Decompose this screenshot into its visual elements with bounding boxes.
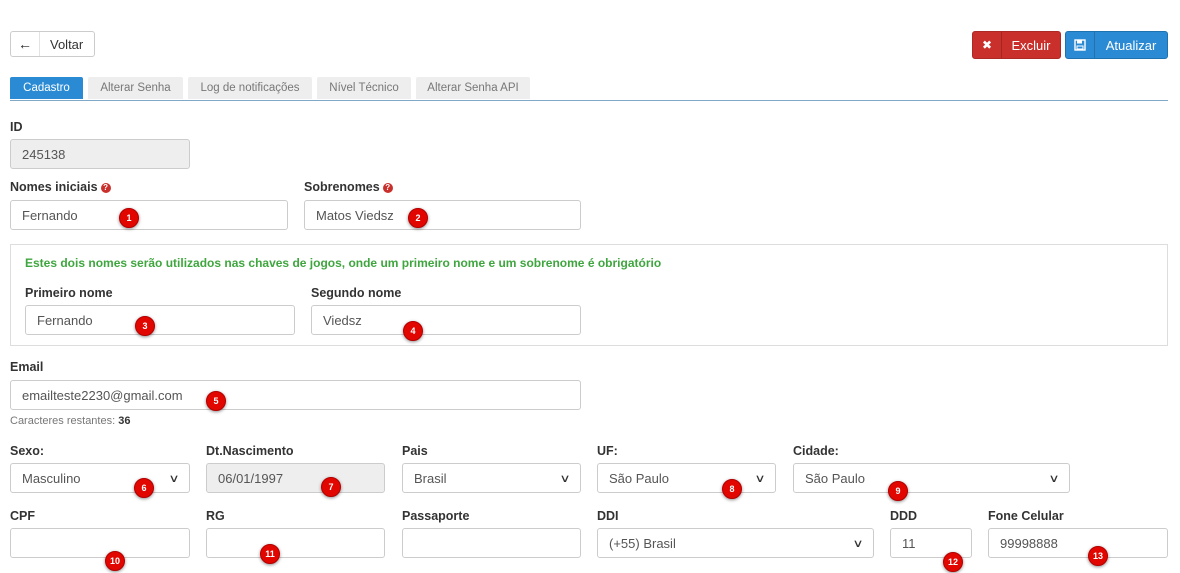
update-button-label: Atualizar (1105, 37, 1157, 53)
chars-remaining: Caracteres restantes: 36 (10, 415, 130, 427)
chevron-down-icon: ∨ (754, 472, 766, 485)
annotation-marker-8: 8 (722, 479, 742, 499)
cpf-input[interactable] (10, 528, 190, 558)
rg-input[interactable] (206, 528, 385, 558)
sobrenomes-label-text: Sobrenomes (304, 180, 380, 194)
email-input[interactable]: emailteste2230@gmail.com (10, 380, 581, 410)
chevron-down-icon: ∨ (559, 472, 571, 485)
sexo-select-value: Masculino (22, 470, 81, 486)
nomes-iniciais-input[interactable]: Fernando (10, 200, 288, 230)
passaporte-input[interactable] (402, 528, 581, 558)
arrow-left-icon: ← (11, 32, 40, 56)
pais-select[interactable]: Brasil ∨ (402, 463, 581, 493)
nomes-iniciais-label: Nomes iniciais? (10, 180, 111, 194)
cidade-select[interactable]: São Paulo ∨ (793, 463, 1070, 493)
annotation-marker-12: 12 (943, 552, 963, 572)
segundo-nome-input[interactable]: Viedsz (311, 305, 581, 335)
ddi-select-value: (+55) Brasil (609, 535, 676, 551)
close-icon: ✖ (973, 32, 1002, 58)
annotation-marker-11: 11 (260, 544, 280, 564)
names-info-message: Estes dois nomes serão utilizados nas ch… (25, 256, 662, 270)
ddd-input[interactable]: 11 (890, 528, 972, 558)
segundo-nome-label: Segundo nome (311, 286, 402, 300)
rg-label: RG (206, 509, 225, 523)
email-label: Email (10, 360, 44, 374)
ddi-select[interactable]: (+55) Brasil ∨ (597, 528, 874, 558)
annotation-marker-4: 4 (403, 321, 423, 341)
tab-alterar-senha-api[interactable]: Alterar Senha API (416, 77, 530, 99)
back-button-label: Voltar (50, 36, 84, 52)
annotation-marker-9: 9 (888, 481, 908, 501)
annotation-marker-6: 6 (134, 478, 154, 498)
passaporte-label: Passaporte (402, 509, 470, 523)
chevron-down-icon: ∨ (1048, 472, 1060, 485)
ddd-label: DDD (890, 509, 918, 523)
pais-select-value: Brasil (414, 470, 447, 486)
id-label: ID (10, 120, 23, 134)
id-field: 245138 (10, 139, 190, 169)
delete-button-label: Excluir (1011, 37, 1051, 53)
tab-bar: Cadastro Alterar Senha Log de notificaçõ… (10, 77, 1168, 101)
question-circle-icon[interactable]: ? (100, 183, 111, 193)
tab-alterar-senha[interactable]: Alterar Senha (88, 77, 183, 99)
tab-nivel-tecnico[interactable]: Nível Técnico (317, 77, 411, 99)
sexo-label: Sexo: (10, 444, 45, 458)
cidade-label: Cidade: (793, 444, 839, 458)
primeiro-nome-input[interactable]: Fernando (25, 305, 295, 335)
nascimento-label: Dt.Nascimento (206, 444, 294, 458)
chevron-down-icon: ∨ (852, 537, 864, 550)
annotation-marker-7: 7 (321, 477, 341, 497)
fone-celular-label: Fone Celular (988, 509, 1064, 523)
annotation-marker-1: 1 (119, 208, 139, 228)
tab-log-notificacoes[interactable]: Log de notificações (188, 77, 312, 99)
annotation-marker-5: 5 (206, 391, 226, 411)
pais-label: Pais (402, 444, 428, 458)
delete-button[interactable]: ✖ Excluir (972, 31, 1061, 59)
cidade-select-value: São Paulo (805, 470, 865, 486)
chevron-down-icon: ∨ (168, 472, 180, 485)
fone-celular-input[interactable]: 99998888 (988, 528, 1168, 558)
cpf-label: CPF (10, 509, 35, 523)
back-button[interactable]: ← Voltar (10, 31, 95, 57)
nascimento-field: 06/01/1997 (206, 463, 385, 493)
annotation-marker-2: 2 (408, 208, 428, 228)
sobrenomes-input[interactable]: Matos Viedsz (304, 200, 581, 230)
sobrenomes-label: Sobrenomes? (304, 180, 393, 194)
update-button[interactable]: Atualizar (1065, 31, 1168, 59)
uf-select[interactable]: São Paulo ∨ (597, 463, 776, 493)
sexo-select[interactable]: Masculino ∨ (10, 463, 190, 493)
floppy-disk-icon (1066, 32, 1095, 58)
chars-remaining-count: 36 (118, 415, 131, 427)
chars-remaining-label: Caracteres restantes: (10, 415, 116, 427)
tab-cadastro[interactable]: Cadastro (10, 77, 83, 99)
question-circle-icon[interactable]: ? (382, 183, 393, 193)
nomes-iniciais-label-text: Nomes iniciais (10, 180, 98, 194)
annotation-marker-3: 3 (135, 316, 155, 336)
uf-select-value: São Paulo (609, 470, 669, 486)
ddi-label: DDI (597, 509, 619, 523)
annotation-marker-10: 10 (105, 551, 125, 571)
primeiro-nome-label: Primeiro nome (25, 286, 113, 300)
uf-label: UF: (597, 444, 618, 458)
annotation-marker-13: 13 (1088, 546, 1108, 566)
